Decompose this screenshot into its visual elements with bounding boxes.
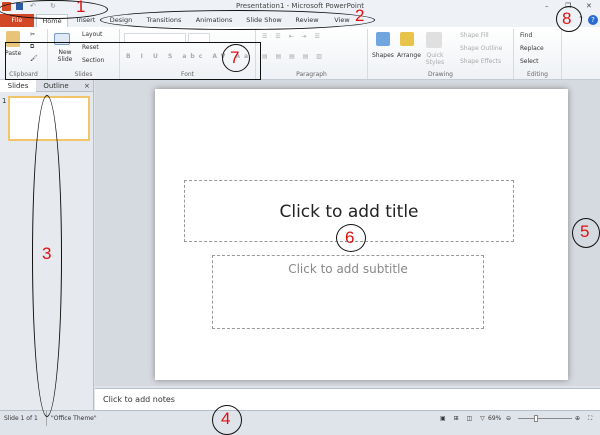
shapes-icon xyxy=(376,32,390,46)
group-drawing: Shapes Arrange Quick Styles Shape Fill S… xyxy=(368,29,514,79)
arrange-button[interactable]: Arrange xyxy=(397,52,421,59)
annotation-label-8: 8 xyxy=(562,9,572,28)
tab-outline[interactable]: Outline xyxy=(38,80,74,92)
annotation-label-5: 5 xyxy=(580,222,590,241)
annotation-label-7: 7 xyxy=(230,48,240,67)
window-title: Presentation1 - Microsoft PowerPoint xyxy=(235,2,365,10)
zoom-slider-thumb[interactable] xyxy=(534,415,538,422)
group-label: Paragraph xyxy=(296,71,327,78)
arrange-icon xyxy=(400,32,414,46)
group-paragraph: ☰ ☰ ⇤ ⇥ ☰ ▤ ▤ ▤ ▤ ▥ Paragraph xyxy=(256,29,368,79)
quick-styles-icon xyxy=(426,32,442,48)
help-icon[interactable]: ? xyxy=(588,15,598,25)
select-button[interactable]: Select xyxy=(520,58,539,65)
annotation-label-6: 6 xyxy=(345,228,355,247)
annotation-ellipse-2 xyxy=(100,10,375,30)
find-button[interactable]: Find xyxy=(520,32,532,39)
zoom-out-button[interactable]: ⊖ xyxy=(506,411,511,426)
annotation-label-4: 4 xyxy=(221,409,231,428)
annotation-ellipse-1 xyxy=(0,0,108,19)
slides-pane-tabs: Slides Outline × xyxy=(0,80,93,92)
cut-icon[interactable]: ✂ xyxy=(30,31,35,38)
close-pane-button[interactable]: × xyxy=(84,80,90,92)
annotation-label-2: 2 xyxy=(355,6,365,25)
tab-slides[interactable]: Slides xyxy=(0,80,36,92)
theme-name: "Office Theme" xyxy=(46,411,97,426)
slide-count: Slide 1 of 1 xyxy=(4,415,38,422)
view-buttons[interactable]: ▣ ⊞ ◫ ▽ xyxy=(440,411,488,426)
annotation-box-7 xyxy=(5,42,261,80)
annotation-label-3: 3 xyxy=(42,244,52,263)
zoom-in-button[interactable]: ⊕ xyxy=(575,411,580,426)
shape-outline-button[interactable]: Shape Outline xyxy=(460,45,502,52)
thumb-number: 1 xyxy=(2,97,7,105)
zoom-level[interactable]: 69% xyxy=(488,411,501,426)
group-editing: Find Replace Select Editing xyxy=(514,29,562,79)
close-button[interactable]: ✕ xyxy=(586,0,592,13)
quick-styles-button[interactable]: Quick Styles xyxy=(424,52,446,66)
group-label: Drawing xyxy=(428,71,453,78)
shape-effects-button[interactable]: Shape Effects xyxy=(460,58,501,65)
list-buttons[interactable]: ☰ ☰ ⇤ ⇥ ☰ xyxy=(262,33,323,40)
align-buttons[interactable]: ▤ ▤ ▤ ▤ ▥ xyxy=(262,53,325,60)
subtitle-placeholder[interactable]: Click to add subtitle xyxy=(212,255,484,329)
shapes-button[interactable]: Shapes xyxy=(372,52,394,59)
zoom-slider[interactable] xyxy=(518,418,572,419)
status-bar: Slide 1 of 1 "Office Theme" ▣ ⊞ ◫ ▽ 69% … xyxy=(0,410,600,426)
shape-fill-button[interactable]: Shape Fill xyxy=(460,32,489,39)
group-label: Editing xyxy=(527,71,548,78)
minimize-button[interactable]: – xyxy=(545,0,549,13)
notes-pane[interactable]: Click to add notes xyxy=(95,388,600,410)
annotation-label-1: 1 xyxy=(76,0,86,16)
replace-button[interactable]: Replace xyxy=(520,45,544,52)
layout-button[interactable]: Layout xyxy=(82,31,102,38)
notes-placeholder[interactable]: Click to add notes xyxy=(103,395,175,404)
fit-to-window-button[interactable]: ⛶ xyxy=(588,411,592,426)
